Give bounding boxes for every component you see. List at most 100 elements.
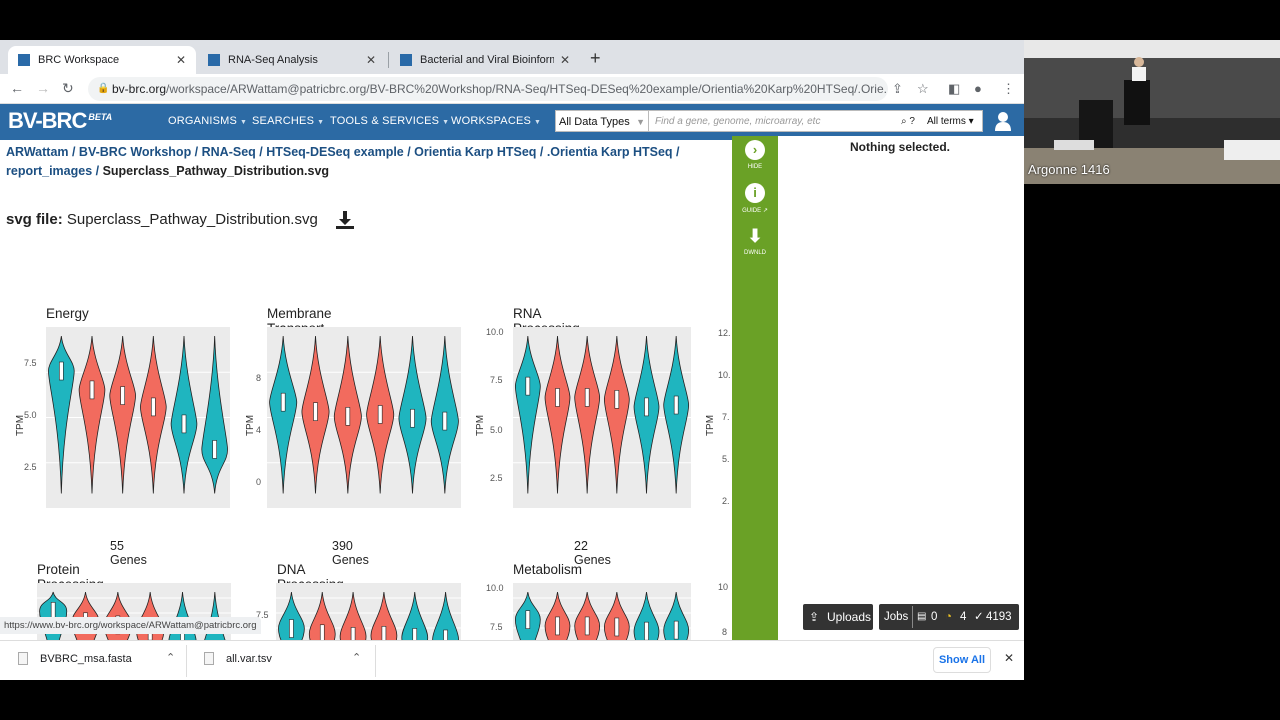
jobs-button[interactable]: Jobs ▤ 0 ◔ 4 ✓ 4193 xyxy=(879,604,1019,630)
violin-plot-area xyxy=(513,327,691,508)
reload-icon[interactable]: ↻ xyxy=(62,80,74,97)
hide-button[interactable]: › HIDE xyxy=(732,140,778,170)
tab-bacterial-viral[interactable]: Bacterial and Viral Bioinformati ✕ xyxy=(390,46,580,74)
y-tick-label: 12. xyxy=(718,328,731,338)
downloads-bar: BVBRC_msa.fasta ⌃ all.var.tsv ⌃ Show All… xyxy=(0,640,1024,680)
violin-shape xyxy=(514,336,541,494)
info-icon: i xyxy=(745,183,765,203)
browser-window: BRC Workspace ✕ RNA-Seq Analysis ✕ Bacte… xyxy=(0,40,1024,680)
menu-kebab-icon[interactable]: ⋮ xyxy=(1002,81,1015,97)
nav-organisms[interactable]: ORGANISMS ▼ xyxy=(168,115,247,127)
box-plot xyxy=(525,376,531,396)
uploads-button[interactable]: ⇪ Uploads xyxy=(803,604,873,630)
nav-label: TOOLS & SERVICES xyxy=(330,115,440,127)
file-type-label: svg file xyxy=(6,211,58,228)
download-icon[interactable] xyxy=(335,210,355,230)
violin-shape xyxy=(48,336,75,494)
violin-shape xyxy=(78,336,106,494)
box-plot xyxy=(410,408,415,428)
bvbrc-logo[interactable]: BV-BRC BETA xyxy=(8,108,112,134)
search-icon[interactable]: ⌕ ? xyxy=(901,111,915,133)
forward-arrow-icon[interactable]: → xyxy=(36,80,50,96)
y-tick-label: 5.0 xyxy=(24,410,37,420)
breadcrumb-link[interactable]: report_images / xyxy=(6,164,99,178)
profile-icon[interactable]: ● xyxy=(974,81,982,96)
chevron-down-icon: ▼ xyxy=(534,119,542,126)
user-icon[interactable] xyxy=(994,110,1012,132)
box-plot xyxy=(120,386,125,405)
file-icon xyxy=(204,652,214,665)
breadcrumb-path[interactable]: ARWattam / BV-BRC Workshop / RNA-Seq / H… xyxy=(6,145,680,159)
data-type-select[interactable]: All Data Types ▼ xyxy=(555,110,650,132)
file-name: Superclass_Pathway_Distribution.svg xyxy=(66,211,318,228)
nav-workspaces[interactable]: WORKSPACES ▼ xyxy=(451,115,541,127)
y-tick-label: 10.0 xyxy=(486,583,504,593)
violin-shape xyxy=(663,336,690,494)
nav-searches[interactable]: SEARCHES ▼ xyxy=(252,115,324,127)
y-tick-label: 8 xyxy=(256,373,262,383)
guide-button[interactable]: i GUIDE ↗ xyxy=(732,183,778,214)
queue-icon: ▤ xyxy=(917,611,927,622)
guide-label: GUIDE xyxy=(742,208,762,214)
chevron-down-icon: ▼ xyxy=(636,117,645,127)
violin-shape xyxy=(603,336,630,494)
close-icon[interactable]: ✕ xyxy=(560,53,570,67)
violin-shape xyxy=(109,336,136,494)
search-scope-value: All terms xyxy=(927,116,966,127)
address-bar[interactable]: 🔒 bv-brc.org/workspace/ARWattam@patricbr… xyxy=(88,77,888,101)
tab-brc-workspace[interactable]: BRC Workspace ✕ xyxy=(8,46,196,74)
y-axis-label: TPM xyxy=(705,414,717,437)
chevron-up-icon[interactable]: ⌃ xyxy=(166,651,175,664)
search-scope-select[interactable]: All terms ▾ xyxy=(927,111,974,133)
download-item[interactable]: all.var.tsv xyxy=(226,653,272,665)
box-plot xyxy=(59,361,64,381)
data-type-value: All Data Types xyxy=(559,116,630,128)
star-icon[interactable]: ☆ xyxy=(917,81,929,97)
close-icon[interactable]: ✕ xyxy=(176,53,186,67)
box-plot xyxy=(555,388,560,407)
box-plot xyxy=(377,405,383,424)
file-title: svg file: Superclass_Pathway_Distributio… xyxy=(6,211,318,228)
running-icon: ◔ xyxy=(945,611,952,623)
jobs-done: 4193 xyxy=(986,611,1012,623)
y-tick-label: 4 xyxy=(256,425,262,435)
nav-label: SEARCHES xyxy=(252,115,315,127)
y-axis-label: TPM xyxy=(475,414,487,437)
share-icon[interactable]: ⇪ xyxy=(892,81,903,97)
nav-tools-services[interactable]: TOOLS & SERVICES ▼ xyxy=(330,115,449,127)
sidepanel-icon[interactable]: ◧ xyxy=(948,81,960,97)
screen: BRC Workspace ✕ RNA-Seq Analysis ✕ Bacte… xyxy=(0,0,1280,720)
box-plot xyxy=(442,411,448,431)
arrow-right-icon: › xyxy=(745,140,765,160)
box-plot xyxy=(644,397,649,417)
y-tick-label: 2. xyxy=(722,496,730,506)
close-icon[interactable]: ✕ xyxy=(1004,651,1014,665)
y-tick-label: 10.0 xyxy=(486,327,504,337)
global-search-input[interactable]: Find a gene, genome, microarray, etc ⌕ ?… xyxy=(648,110,983,132)
file-viewer: ARWattam / BV-BRC Workshop / RNA-Seq / H… xyxy=(0,140,732,640)
tab-rna-seq-analysis[interactable]: RNA-Seq Analysis ✕ xyxy=(198,46,386,74)
close-icon[interactable]: ✕ xyxy=(366,53,376,67)
divider xyxy=(912,606,913,628)
y-tick-label: 7.5 xyxy=(24,358,37,368)
chevron-up-icon[interactable]: ⌃ xyxy=(352,651,361,664)
hide-label: HIDE xyxy=(747,164,763,170)
url-path: /workspace/ARWattam@patricbrc.org/BV-BRC… xyxy=(166,82,888,96)
box-plot xyxy=(151,397,156,417)
box-plot xyxy=(89,380,95,400)
download-item[interactable]: BVBRC_msa.fasta xyxy=(40,653,132,665)
y-tick-label: 10. xyxy=(718,370,731,380)
box-plot xyxy=(181,414,187,434)
show-all-button[interactable]: Show All xyxy=(933,647,991,673)
video-label: Argonne 1416 xyxy=(1028,162,1110,177)
app-navbar: BV-BRC BETA ORGANISMS ▼ SEARCHES ▼ TOOLS & … xyxy=(0,104,1024,140)
plus-icon[interactable]: + xyxy=(590,48,601,69)
violin-plot-area xyxy=(46,327,230,508)
jobs-queued: 0 xyxy=(931,611,938,623)
box-plot xyxy=(345,407,351,426)
divider xyxy=(375,645,376,677)
box-plot xyxy=(614,390,620,409)
tab-label: BRC Workspace xyxy=(38,54,120,66)
download-button[interactable]: ⬇ DWNLD xyxy=(732,226,778,256)
back-arrow-icon[interactable]: ← xyxy=(10,80,24,96)
